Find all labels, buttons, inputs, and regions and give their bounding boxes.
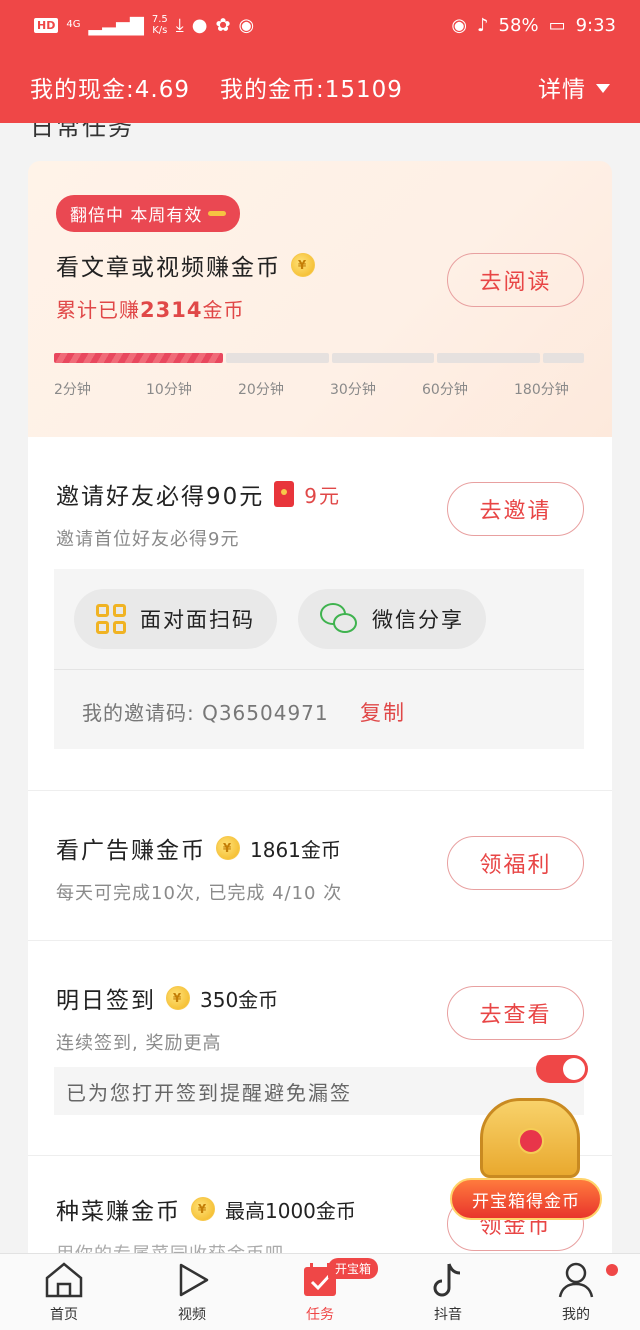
play-icon [179,1263,209,1297]
coin-icon: ¥ [191,1197,215,1221]
tick-label: 10分钟 [146,382,192,398]
tick-label: 2分钟 [54,382,91,398]
double-badge: 翻倍中 本周有效 [56,195,241,232]
wechat-icon [320,603,358,635]
invite-button[interactable]: 去邀请 [447,482,584,536]
battery-percent: 58% [498,14,539,36]
network-speed: 7.5 K/s [151,14,168,36]
invite-code: 我的邀请码: Q36504971 [82,701,329,725]
status-bar: HD 4G ▂▃▅▇ 7.5 K/s ⤓ ● ✿ ◉ ◉ ♪ 58% ▭ 9:33 [0,0,640,50]
reminder-toggle[interactable] [536,1055,588,1083]
chevron-down-icon [596,83,610,93]
red-packet-icon [274,481,295,507]
message-icon: ● [191,14,208,36]
copy-button[interactable]: 复制 [360,697,406,727]
tick-label: 60分钟 [422,382,468,398]
clock: 9:33 [575,14,616,36]
ad-reward: 1861金币 [250,837,341,862]
task-list[interactable]: 日常任务 翻倍中 本周有效 看文章或视频赚金币 ¥ 累计已赚2314金币 去阅读… [0,123,640,1253]
qr-code-icon [96,604,126,634]
reading-progress-bar [54,353,585,363]
douyin-icon [433,1263,461,1297]
signal-bars-icon: ▂▃▅▇ [88,14,144,36]
mute-icon: ♪ [477,14,489,36]
sign-button[interactable]: 去查看 [447,986,584,1040]
read-task-card: 翻倍中 本周有效 看文章或视频赚金币 ¥ 累计已赚2314金币 去阅读 2分钟 … [28,161,612,437]
qr-share-button[interactable]: 面对面扫码 [74,589,277,649]
signal-icon: 4G [66,19,81,30]
download-icon: ⤓ [175,14,184,36]
tab-douyin[interactable]: 抖音 [384,1254,512,1330]
tab-home[interactable]: 首页 [0,1254,128,1330]
cash-balance: 我的现金:4.69 [30,76,190,103]
home-icon [45,1262,83,1298]
read-button[interactable]: 去阅读 [447,253,584,307]
share-panel: 面对面扫码 微信分享 我的邀请码: Q36504971 复制 [54,569,584,749]
invite-task-card: 邀请好友必得90元 9元 邀请首位好友必得9元 去邀请 面对面扫码 微信分享 我… [28,437,612,790]
header-bar: 我的现金:4.69 我的金币:15109 详情 [0,50,640,123]
detail-label: 详情 [538,76,586,103]
tab-mine[interactable]: 我的 [512,1254,640,1330]
notification-dot [606,1264,618,1276]
app-icon: ✿ [215,14,231,36]
wechat-share-button[interactable]: 微信分享 [298,589,486,649]
progress-fill [54,353,224,363]
ad-button[interactable]: 领福利 [447,836,584,890]
divider [54,669,584,670]
tick-label: 180分钟 [514,382,569,398]
section-title: 日常任务 [30,123,134,141]
wechat-icon: ◉ [238,14,255,36]
treasure-chest-widget[interactable]: 开宝箱得金币 [450,1090,602,1220]
sign-reward: 350金币 [200,987,279,1012]
ad-task-card: 看广告赚金币 ¥ 1861金币 每天可完成10次, 已完成 4/10 次 领福利 [28,790,612,940]
detail-button[interactable]: 详情 [538,70,610,104]
battery-icon: ▭ [548,14,566,36]
heart-icon [518,1128,544,1154]
tick-label: 30分钟 [330,382,376,398]
tick-label: 20分钟 [238,382,284,398]
user-icon [558,1262,594,1298]
bottom-tab-bar: 首页 视频 开宝箱 任务 抖音 我的 [0,1253,640,1330]
treasure-badge: 开宝箱 [328,1258,379,1279]
tab-video[interactable]: 视频 [128,1254,256,1330]
eye-icon: ◉ [451,14,468,36]
tab-task[interactable]: 开宝箱 任务 [256,1254,384,1330]
coin-icon: ¥ [166,986,190,1010]
hd-indicator: HD [34,17,59,33]
chest-label: 开宝箱得金币 [450,1178,602,1220]
veg-reward: 最高1000金币 [225,1198,356,1223]
coin-icon: ¥ [216,836,240,860]
coin-balance: 我的金币:15109 [219,76,403,103]
coin-icon: ¥ [291,253,315,277]
ticket-icon [208,211,227,216]
invite-reward: 9元 [304,483,342,508]
